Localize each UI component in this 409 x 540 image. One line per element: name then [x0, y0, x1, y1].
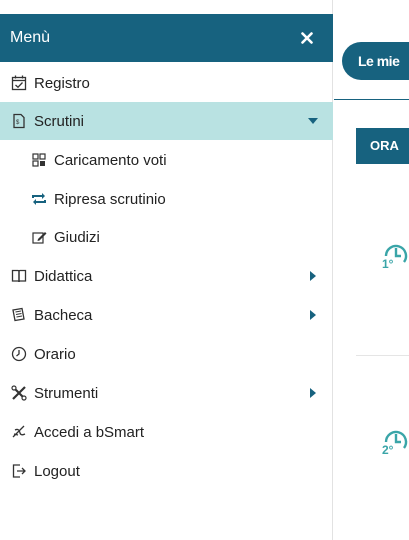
menu-title: Menù	[10, 29, 51, 46]
menu-item-label: Orario	[34, 345, 76, 363]
calendar-check-icon	[10, 74, 28, 92]
hour-slot-1: 1°	[382, 242, 409, 276]
submenu-item-label: Giudizi	[54, 228, 100, 246]
menu-item-scrutini[interactable]: $ Scrutini	[0, 102, 333, 140]
menu-item-didattica[interactable]: Didattica	[0, 257, 333, 295]
caret-right-icon	[307, 387, 319, 399]
signature-icon	[10, 423, 28, 441]
book-icon	[10, 267, 28, 285]
menu-item-label: Accedi a bSmart	[34, 423, 145, 441]
menu-item-logout[interactable]: Logout	[0, 452, 333, 490]
logout-icon	[10, 462, 28, 480]
pencil-square-icon	[30, 228, 48, 246]
menu-item-orario[interactable]: Orario	[0, 335, 333, 373]
close-icon[interactable]	[297, 28, 317, 48]
submenu-item-ripresa-scrutinio[interactable]: Ripresa scrutinio	[0, 180, 333, 218]
menu-item-bacheca[interactable]: Bacheca	[0, 296, 333, 334]
main-content: Le mie ORA 1° 2°	[334, 0, 409, 540]
menu-item-registro[interactable]: Registro	[0, 64, 333, 102]
hour-slot-2: 2°	[382, 428, 409, 462]
tools-icon	[10, 384, 28, 402]
submenu-item-caricamento-voti[interactable]: Caricamento voti	[0, 141, 333, 179]
repeat-icon	[30, 190, 48, 208]
caret-down-icon	[307, 115, 319, 127]
submenu-item-label: Ripresa scrutinio	[54, 190, 166, 208]
clock-icon	[10, 345, 28, 363]
content-topbar: Le mie	[334, 14, 409, 100]
grid-icon	[30, 151, 48, 169]
menu-item-label: Didattica	[34, 267, 93, 285]
menu-item-label: Bacheca	[34, 306, 93, 324]
submenu-item-giudizi[interactable]: Giudizi	[0, 218, 333, 256]
menu-item-label: Strumenti	[34, 384, 99, 402]
menu-item-accedi-bsmart[interactable]: Accedi a bSmart	[0, 413, 333, 451]
menu-item-label: Logout	[34, 462, 80, 480]
hour-number: 1°	[382, 257, 394, 271]
svg-text:$: $	[16, 120, 20, 126]
my-classes-button[interactable]: Le mie	[342, 42, 409, 80]
submenu-item-label: Caricamento voti	[54, 151, 167, 169]
caret-right-icon	[307, 270, 319, 282]
tab-ora[interactable]: ORA	[356, 128, 409, 164]
menu-item-strumenti[interactable]: Strumenti	[0, 374, 333, 412]
menu-header: Menù	[0, 14, 333, 62]
newspaper-icon	[10, 306, 28, 324]
hour-number: 2°	[382, 443, 394, 457]
divider	[356, 355, 409, 356]
caret-right-icon	[307, 309, 319, 321]
menu-item-label: Registro	[34, 74, 90, 92]
side-menu: Menù Registro $ Scrutini Caricamento vot…	[0, 0, 333, 540]
document-icon: $	[10, 112, 28, 130]
menu-item-label: Scrutini	[34, 112, 85, 130]
